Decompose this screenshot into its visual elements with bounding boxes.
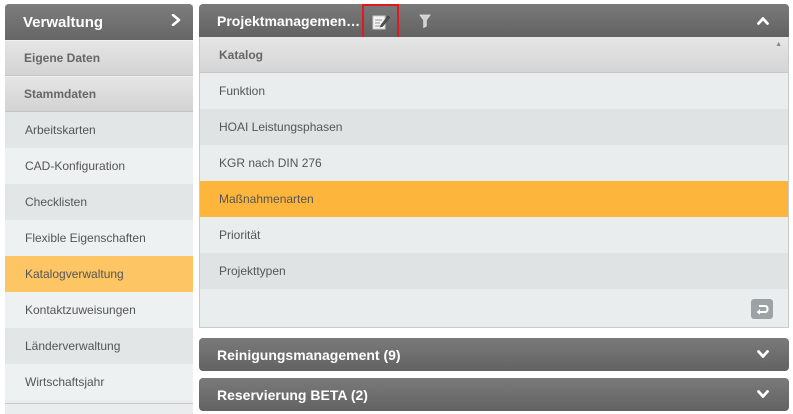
sidebar-item-katalogverwaltung[interactable]: Katalogverwaltung — [5, 256, 193, 292]
table-row[interactable]: Priorität — [200, 217, 788, 253]
chevron-right-icon[interactable] — [171, 13, 181, 31]
divider — [5, 403, 193, 404]
table-row[interactable]: Funktion — [200, 73, 788, 109]
sidebar: Verwaltung Eigene Daten Stammdaten Arbei… — [5, 4, 193, 414]
table-row[interactable]: HOAI Leistungsphasen — [200, 109, 788, 145]
sidebar-title: Verwaltung — [23, 13, 104, 31]
panel-reinigungsmanagement: Reinigungsmanagement (9) — [199, 338, 789, 371]
sidebar-header[interactable]: Verwaltung — [5, 4, 193, 40]
sidebar-item-flexible-eigenschaften[interactable]: Flexible Eigenschaften — [5, 220, 193, 256]
sidebar-item-cad-konfiguration[interactable]: CAD-Konfiguration — [5, 148, 193, 184]
chevron-up-icon[interactable] — [757, 13, 769, 28]
scroll-up-icon[interactable]: ▲ — [775, 41, 782, 48]
table-row[interactable]: Projekttypen — [200, 253, 788, 289]
sidebar-item-wirtschaftsjahr[interactable]: Wirtschaftsjahr — [5, 364, 193, 400]
panel-title: Reservierung BETA (2) — [217, 386, 368, 403]
edit-icon[interactable] — [362, 3, 400, 40]
sidebar-item-kontaktzuweisungen[interactable]: Kontaktzuweisungen — [5, 292, 193, 328]
section-stammdaten[interactable]: Stammdaten — [5, 76, 193, 112]
chevron-down-icon[interactable] — [757, 387, 769, 402]
column-header-katalog[interactable]: Katalog — [200, 37, 788, 73]
sidebar-item-arbeitskarten[interactable]: Arbeitskarten — [5, 112, 193, 148]
table-row-selected[interactable]: Maßnahmenarten — [200, 181, 788, 217]
panel-title: Reinigungsmanagement (9) — [217, 346, 401, 363]
section-eigene-daten[interactable]: Eigene Daten — [5, 40, 193, 76]
panel-title: Projektmanagemen… — [217, 12, 361, 29]
undo-icon[interactable] — [751, 299, 773, 319]
sidebar-item-laenderverwaltung[interactable]: Länderverwaltung — [5, 328, 193, 364]
catalog-grid: Katalog ▲ Funktion HOAI Leistungsphasen … — [199, 37, 789, 328]
filter-icon[interactable] — [419, 14, 431, 28]
table-row[interactable]: KGR nach DIN 276 — [200, 145, 788, 181]
panel-header-reservierung[interactable]: Reservierung BETA (2) — [199, 378, 789, 411]
panel-projektmanagement: Projektmanagemen… Katalog ▲ Funktion HOA… — [199, 3, 789, 328]
panel-header-projektmanagement[interactable]: Projektmanagemen… — [199, 3, 789, 40]
panel-header-reinigungsmanagement[interactable]: Reinigungsmanagement (9) — [199, 338, 789, 371]
chevron-down-icon[interactable] — [757, 347, 769, 362]
panel-reservierung: Reservierung BETA (2) — [199, 378, 789, 411]
sidebar-item-checklisten[interactable]: Checklisten — [5, 184, 193, 220]
